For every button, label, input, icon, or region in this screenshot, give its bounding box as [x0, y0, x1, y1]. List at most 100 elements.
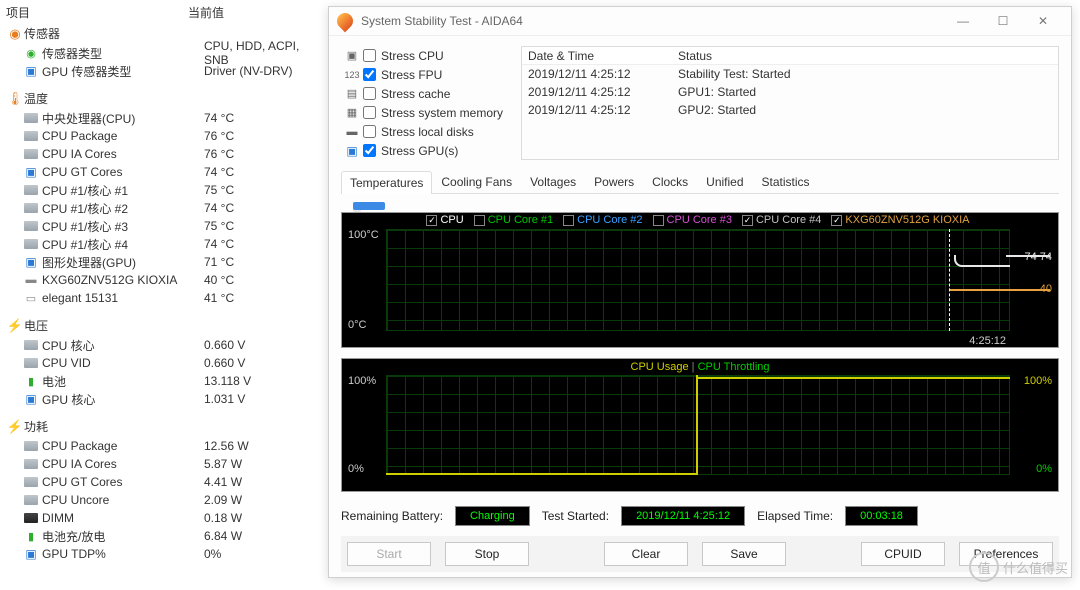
legend-item[interactable]: CPU: [426, 214, 463, 226]
event-log[interactable]: Date & Time Status 2019/12/11 4:25:12 St…: [521, 46, 1059, 160]
tree-row[interactable]: CPU Package 12.56 W: [22, 437, 314, 455]
stress-option[interactable]: 123 Stress FPU: [341, 65, 511, 84]
tree-row[interactable]: CPU IA Cores 76 °C: [22, 145, 314, 163]
row-value: 5.87 W: [204, 457, 314, 471]
tree-row[interactable]: CPU #1/核心 #4 74 °C: [22, 235, 314, 253]
stress-option[interactable]: ▦ Stress system memory: [341, 103, 511, 122]
tree-row[interactable]: CPU 核心 0.660 V: [22, 336, 314, 354]
tab-clocks[interactable]: Clocks: [643, 170, 697, 193]
preferences-button[interactable]: Preferences: [959, 542, 1053, 566]
legend-item[interactable]: CPU Core #2: [563, 214, 642, 226]
stress-option[interactable]: ▤ Stress cache: [341, 84, 511, 103]
legend-checkbox[interactable]: [474, 215, 485, 226]
legend-label: CPU Core #3: [667, 214, 732, 226]
y-axis-min: 0°C: [348, 319, 366, 331]
tree-row[interactable]: ▣ GPU 传感器类型 Driver (NV-DRV): [22, 62, 314, 80]
stress-label: Stress local disks: [381, 125, 474, 139]
log-time: 2019/12/11 4:25:12: [522, 85, 672, 99]
stress-checkbox[interactable]: [363, 144, 376, 157]
bolt-icon: ⚡: [6, 318, 24, 334]
tree-row[interactable]: CPU #1/核心 #3 75 °C: [22, 217, 314, 235]
tree-row[interactable]: ▮ 电池充/放电 6.84 W: [22, 527, 314, 545]
row-name: GPU 传感器类型: [42, 63, 204, 80]
chart-scrollbar[interactable]: [353, 202, 361, 212]
group-power[interactable]: ⚡ 功耗: [6, 418, 314, 435]
titlebar[interactable]: System Stability Test - AIDA64 — ☐ ✕: [329, 7, 1071, 36]
tree-row[interactable]: CPU Uncore 2.09 W: [22, 491, 314, 509]
row-value: 12.56 W: [204, 439, 314, 453]
start-button[interactable]: Start: [347, 542, 431, 566]
log-row[interactable]: 2019/12/11 4:25:12 GPU2: Started: [522, 101, 1058, 119]
stop-button[interactable]: Stop: [445, 542, 529, 566]
row-name: 传感器类型: [42, 45, 204, 62]
tab-cooling fans[interactable]: Cooling Fans: [432, 170, 521, 193]
tree-row[interactable]: CPU #1/核心 #2 74 °C: [22, 199, 314, 217]
status-bar: Remaining Battery: Charging Test Started…: [341, 506, 1059, 526]
tree-row[interactable]: ▣ GPU TDP% 0%: [22, 545, 314, 563]
tree-row[interactable]: ▣ 图形处理器(GPU) 71 °C: [22, 253, 314, 271]
col-header-value: 当前值: [188, 4, 314, 21]
tree-row[interactable]: ▭ elegant 15131 41 °C: [22, 289, 314, 307]
tree-row[interactable]: ▣ GPU 核心 1.031 V: [22, 390, 314, 408]
stress-option[interactable]: ▣ Stress CPU: [341, 46, 511, 65]
legend-checkbox[interactable]: [742, 215, 753, 226]
y-axis-max: 100%: [348, 375, 376, 387]
tree-row[interactable]: 中央处理器(CPU) 74 °C: [22, 109, 314, 127]
log-row[interactable]: 2019/12/11 4:25:12 Stability Test: Start…: [522, 65, 1058, 83]
stress-options: ▣ Stress CPU 123 Stress FPU ▤ Stress cac…: [341, 46, 511, 160]
legend-checkbox[interactable]: [831, 215, 842, 226]
cpuid-button[interactable]: CPUID: [861, 542, 945, 566]
tab-temperatures[interactable]: Temperatures: [341, 171, 432, 194]
tree-row[interactable]: CPU IA Cores 5.87 W: [22, 455, 314, 473]
cpu-usage-chart[interactable]: CPU Usage | CPU Throttling 100% 0% 100% …: [341, 358, 1059, 492]
group-temperature[interactable]: 🌡 温度: [6, 90, 314, 107]
close-button[interactable]: ✕: [1023, 7, 1063, 35]
y-axis-max: 100°C: [348, 229, 379, 241]
temperature-chart[interactable]: CPU CPU Core #1 CPU Core #2 CPU Core #3 …: [341, 212, 1059, 348]
stress-icon: ▣: [341, 49, 363, 62]
save-button[interactable]: Save: [702, 542, 786, 566]
legend-item[interactable]: CPU Core #1: [474, 214, 553, 226]
stress-checkbox[interactable]: [363, 68, 376, 81]
tree-row[interactable]: DIMM 0.18 W: [22, 509, 314, 527]
legend-checkbox[interactable]: [426, 215, 437, 226]
tree-row[interactable]: CPU GT Cores 4.41 W: [22, 473, 314, 491]
tree-row[interactable]: ▣ CPU GT Cores 74 °C: [22, 163, 314, 181]
stress-checkbox[interactable]: [363, 106, 376, 119]
group-label: 温度: [24, 90, 48, 107]
tree-row[interactable]: ▬ KXG60ZNV512G KIOXIA 40 °C: [22, 271, 314, 289]
tab-voltages[interactable]: Voltages: [521, 170, 585, 193]
row-name: CPU IA Cores: [42, 457, 204, 471]
row-value: 0.18 W: [204, 511, 314, 525]
tree-row[interactable]: CPU #1/核心 #1 75 °C: [22, 181, 314, 199]
minimize-button[interactable]: —: [943, 7, 983, 35]
stress-option[interactable]: ▣ Stress GPU(s): [341, 141, 511, 160]
row-value: 71 °C: [204, 255, 314, 269]
tab-unified[interactable]: Unified: [697, 170, 752, 193]
legend-checkbox[interactable]: [653, 215, 664, 226]
tree-row[interactable]: ▮ 电池 13.118 V: [22, 372, 314, 390]
stress-checkbox[interactable]: [363, 87, 376, 100]
legend-item[interactable]: CPU Core #4: [742, 214, 821, 226]
sensor-tree[interactable]: 项目 当前值 ◉ 传感器 ◉ 传感器类型 CPU, HDD, ACPI, SNB…: [0, 0, 320, 590]
row-value: 40 °C: [204, 273, 314, 287]
row-icon: [22, 201, 40, 215]
stress-option[interactable]: ▬ Stress local disks: [341, 122, 511, 141]
stress-checkbox[interactable]: [363, 125, 376, 138]
log-row[interactable]: 2019/12/11 4:25:12 GPU1: Started: [522, 83, 1058, 101]
tree-row[interactable]: CPU Package 76 °C: [22, 127, 314, 145]
tree-row[interactable]: CPU VID 0.660 V: [22, 354, 314, 372]
legend-item[interactable]: KXG60ZNV512G KIOXIA: [831, 214, 969, 226]
clear-button[interactable]: Clear: [604, 542, 688, 566]
stress-icon: 123: [341, 70, 363, 80]
legend-checkbox[interactable]: [563, 215, 574, 226]
tab-statistics[interactable]: Statistics: [753, 170, 819, 193]
legend-item[interactable]: CPU Core #3: [653, 214, 732, 226]
remaining-battery-value: Charging: [455, 506, 530, 526]
stress-checkbox[interactable]: [363, 49, 376, 62]
group-voltage[interactable]: ⚡ 电压: [6, 317, 314, 334]
maximize-button[interactable]: ☐: [983, 7, 1023, 35]
tree-row[interactable]: ◉ 传感器类型 CPU, HDD, ACPI, SNB: [22, 44, 314, 62]
tab-powers[interactable]: Powers: [585, 170, 643, 193]
row-value: 13.118 V: [204, 374, 314, 388]
